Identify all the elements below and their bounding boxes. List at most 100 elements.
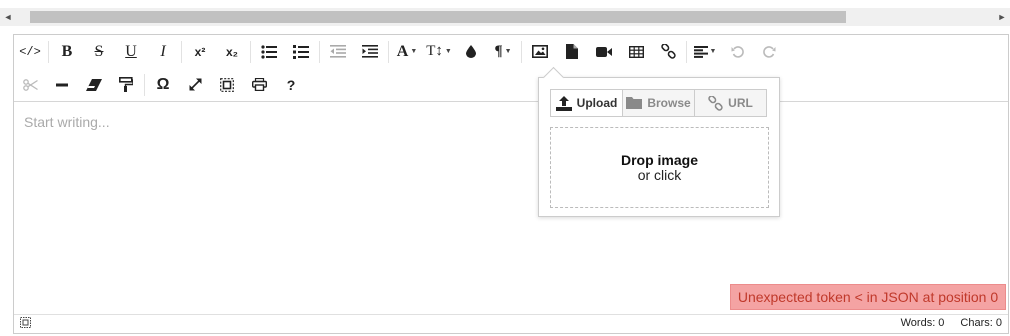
ordered-list-icon [293,44,309,59]
redo-button[interactable] [753,37,785,67]
dropdown-caret-icon: ▼ [504,48,512,55]
folder-icon [626,97,643,109]
tab-url-label: URL [728,96,753,110]
source-code-button[interactable]: </> [14,37,46,67]
eraser-icon [86,78,102,91]
tab-upload-label: Upload [576,96,618,110]
word-char-counter: Words: 0 Chars: 0 [901,317,1002,329]
subscript-label: x₂ [225,44,238,59]
error-message: Unexpected token < in JSON at position 0 [730,284,1006,310]
underline-label: U [125,42,137,60]
video-icon [596,46,612,57]
insert-video-button[interactable] [588,37,620,67]
scroll-left-arrow-icon[interactable]: ◄ [0,8,16,26]
toolbar-separator [48,40,49,63]
insert-link-button[interactable] [652,37,684,67]
file-icon [566,44,578,59]
align-button[interactable]: ▼ [689,37,721,67]
superscript-button[interactable]: x² [184,37,216,67]
special-char-button[interactable]: Ω [147,70,179,100]
toolbar-separator [319,40,320,63]
drop-zone-subtitle: or click [637,167,682,183]
superscript-label: x² [194,44,206,59]
toolbar-separator [250,40,251,63]
insert-file-button[interactable] [556,37,588,67]
link-icon [708,95,723,111]
print-icon [251,78,267,91]
toolbar-row-2: Ω ? [14,68,307,101]
toolbar-separator [181,40,182,63]
insert-image-button[interactable] [524,37,556,67]
paragraph-label: ¶ [494,43,503,59]
horizontal-scrollbar[interactable]: ◄ ► [0,8,1010,26]
undo-button[interactable] [721,37,753,67]
table-icon [628,45,644,58]
insert-table-button[interactable] [620,37,652,67]
outdent-icon [330,45,346,58]
indent-icon [362,45,378,58]
bold-button[interactable]: B [51,37,83,67]
scrollbar-thumb[interactable] [30,11,846,23]
dropdown-caret-icon: ▼ [709,48,717,55]
cut-icon [22,78,38,91]
paint-format-icon [119,77,133,92]
toolbar-separator [521,40,522,63]
image-drop-zone[interactable]: Drop image or click [550,127,769,208]
indent-button[interactable] [354,37,386,67]
toolbar-separator [388,40,389,63]
select-all-button[interactable] [211,70,243,100]
subscript-button[interactable]: x₂ [216,37,248,67]
text-color-button[interactable] [455,37,487,67]
image-icon [532,45,548,58]
toolbar-separator [686,40,687,63]
fullscreen-button[interactable] [179,70,211,100]
bold-label: B [61,42,73,60]
ordered-list-button[interactable] [285,37,317,67]
scroll-right-arrow-icon[interactable]: ► [994,8,1010,26]
toolbar-row-1: </> B S U I x² x₂ A ▼ T↕ ▼ ¶ ▼ ▼ [14,35,785,68]
toolbar-separator [144,73,145,96]
char-count: Chars: 0 [960,317,1002,329]
tab-url[interactable]: URL [695,90,766,116]
special-char-label: Ω [156,75,170,93]
dropdown-caret-icon: ▼ [444,48,452,55]
font-family-label: A [396,42,409,60]
editor-placeholder: Start writing... [24,114,110,130]
drop-zone-title: Drop image [620,152,698,168]
unordered-list-icon [261,44,277,59]
fullscreen-icon [189,78,201,91]
horizontal-line-icon [56,83,68,86]
upload-icon [555,95,572,111]
outdent-button[interactable] [322,37,354,67]
font-family-button[interactable]: A ▼ [391,37,423,67]
editor-toolbar: </> B S U I x² x₂ A ▼ T↕ ▼ ¶ ▼ ▼ Ω ? [14,35,1008,102]
select-all-icon [220,77,234,92]
status-bar: Words: 0 Chars: 0 [14,314,1008,333]
paragraph-button[interactable]: ¶ ▼ [487,37,519,67]
horizontal-line-button[interactable] [46,70,78,100]
italic-button[interactable]: I [147,37,179,67]
rich-text-editor: </> B S U I x² x₂ A ▼ T↕ ▼ ¶ ▼ ▼ Ω ? Sta… [13,34,1009,334]
popup-tabs: Upload Browse URL [550,89,767,117]
font-size-button[interactable]: T↕ ▼ [423,37,455,67]
word-count: Words: 0 [900,317,945,329]
link-icon [660,44,676,59]
tab-browse-label: Browse [647,96,691,110]
tab-browse[interactable]: Browse [623,90,695,116]
help-button[interactable]: ? [275,70,307,100]
print-button[interactable] [243,70,275,100]
tab-upload[interactable]: Upload [551,90,623,116]
paint-format-button[interactable] [110,70,142,100]
dropdown-caret-icon: ▼ [410,48,418,55]
cut-button[interactable] [14,70,46,100]
unordered-list-button[interactable] [253,37,285,67]
underline-button[interactable]: U [115,37,147,67]
help-label: ? [286,76,296,93]
status-resize-icon[interactable] [20,317,31,331]
clear-format-button[interactable] [78,70,110,100]
strikethrough-button[interactable]: S [83,37,115,67]
align-icon [693,45,708,58]
strikethrough-label: S [94,42,104,60]
source-code-icon: </> [19,44,41,59]
font-size-label: T↕ [426,43,443,59]
